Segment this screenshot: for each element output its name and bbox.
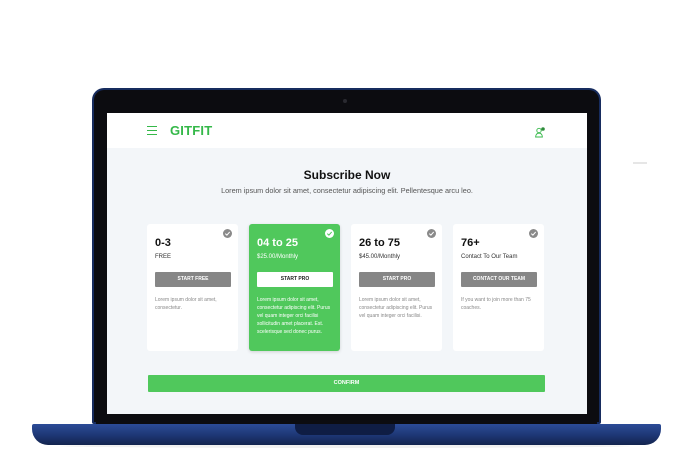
plan-name: 26 to 75	[359, 237, 400, 249]
plan-price: Contact To Our Team	[461, 254, 518, 260]
check-icon	[325, 229, 334, 238]
plan-price: $45.00/Monthly	[359, 254, 401, 260]
plan-description: Lorem ipsum dolor sit amet, consectetur …	[359, 297, 433, 319]
check-icon	[427, 229, 436, 238]
app-logo[interactable]: GITFIT	[170, 123, 212, 138]
plan-price: $25.00/Monthly	[257, 254, 299, 260]
start-pro-button[interactable]: START PRO	[359, 272, 435, 287]
laptop-bezel	[96, 414, 597, 424]
plan-card-26-to-75[interactable]: 26 to 75 $45.00/Monthly START PRO Lorem …	[351, 224, 442, 351]
page-subtitle: Lorem ipsum dolor sit amet, consectetur …	[221, 186, 473, 195]
plan-description: Lorem ipsum dolor sit amet, consectetur.	[155, 297, 217, 311]
app-header: GITFIT	[107, 113, 587, 148]
check-icon	[529, 229, 538, 238]
user-notification-icon[interactable]	[535, 125, 545, 138]
plan-card-0-3[interactable]: 0-3 FREE START FREE Lorem ipsum dolor si…	[147, 224, 238, 351]
page-title: Subscribe Now	[303, 168, 391, 182]
start-free-button[interactable]: START FREE	[155, 272, 231, 287]
check-icon	[223, 229, 232, 238]
camera-icon	[343, 99, 347, 103]
hamburger-menu-icon[interactable]	[147, 126, 157, 136]
confirm-button[interactable]: CONFIRM	[148, 375, 545, 392]
plan-price: FREE	[155, 254, 172, 260]
plan-name: 0-3	[155, 237, 171, 249]
decorative-dash	[633, 162, 647, 164]
app-screen: GITFIT Subscribe Now Lorem ipsum dolor s…	[107, 113, 587, 414]
contact-team-button[interactable]: CONTACT OUR TEAM	[461, 272, 537, 287]
laptop-notch	[295, 424, 395, 435]
plan-card-04-to-25[interactable]: 04 to 25 $25.00/Monthly START PRO Lorem …	[249, 224, 340, 351]
start-pro-button[interactable]: START PRO	[257, 272, 333, 287]
plan-card-76-plus[interactable]: 76+ Contact To Our Team CONTACT OUR TEAM…	[453, 224, 544, 351]
plan-description: Lorem ipsum dolor sit amet, consectetur …	[257, 297, 331, 335]
plan-description: If you want to join more than 75 coaches…	[461, 297, 531, 311]
plan-name: 04 to 25	[257, 237, 298, 249]
plan-name: 76+	[461, 237, 480, 249]
